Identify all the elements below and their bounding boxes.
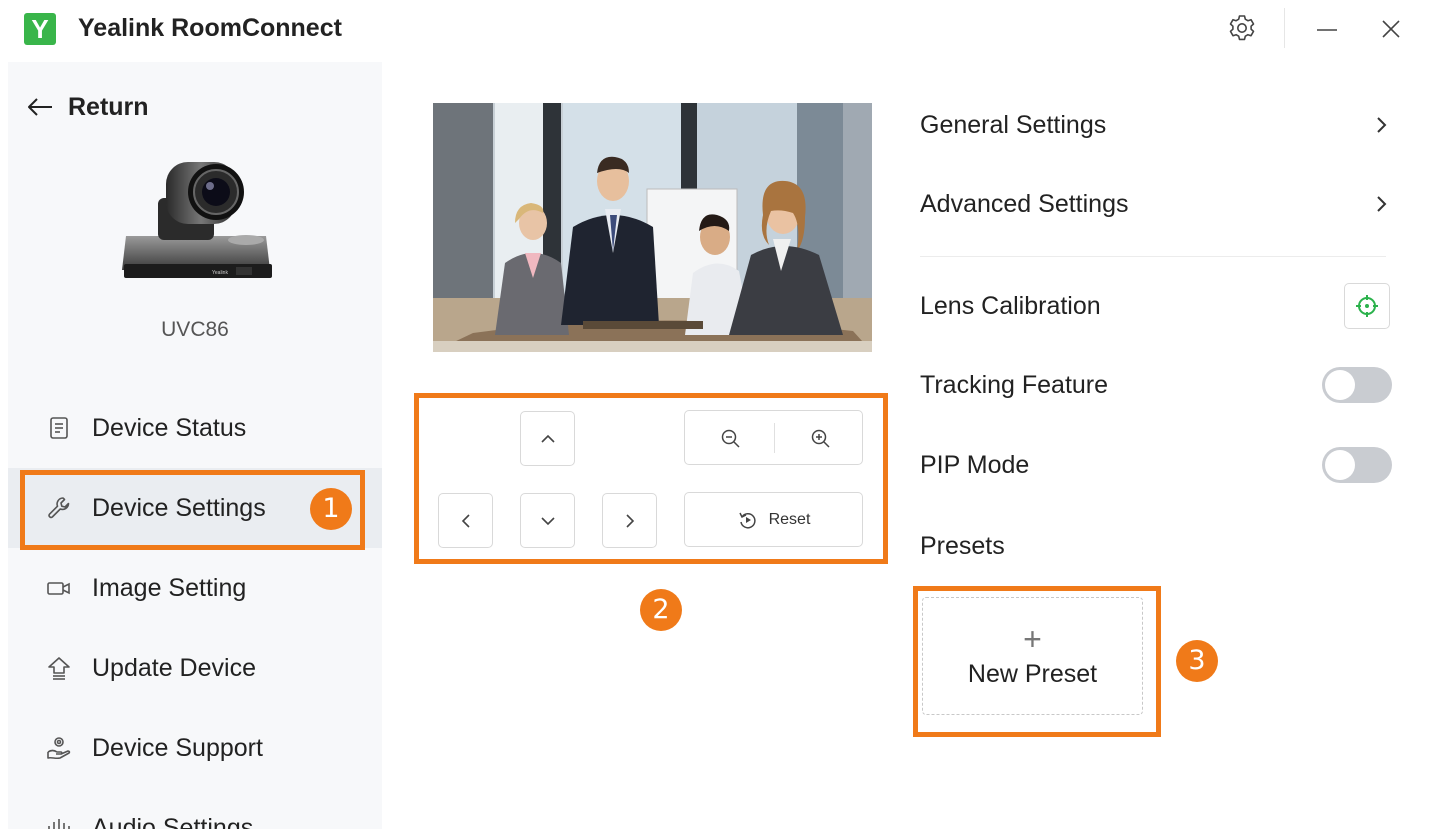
device-brand-mark: Yealink [212, 270, 228, 276]
chevron-right-icon [1377, 196, 1387, 212]
pan-left-button[interactable] [438, 493, 493, 548]
sidebar-nav: Device Status Device Settings Image Sett… [8, 388, 382, 829]
pip-mode-row: PIP Mode [920, 435, 1392, 495]
lens-calibration-button[interactable] [1344, 283, 1390, 329]
plus-icon: + [1023, 620, 1042, 657]
sidebar-item-label: Audio Settings [92, 813, 254, 829]
reset-button[interactable]: Reset [684, 492, 863, 547]
arrow-right-icon [625, 513, 634, 528]
pan-right-button[interactable] [602, 493, 657, 548]
section-divider [920, 256, 1386, 257]
camera-preview [433, 103, 872, 352]
pip-mode-label: PIP Mode [920, 450, 1030, 479]
yealink-logo: Y [24, 13, 56, 45]
lens-calibration-label: Lens Calibration [920, 291, 1101, 320]
app-window: Y Yealink RoomConnect Return Yealink UVC… [0, 0, 1430, 829]
tracking-feature-toggle[interactable] [1322, 367, 1392, 403]
zoom-out-icon [721, 429, 740, 448]
sidebar-item-image-setting[interactable]: Image Setting [8, 548, 382, 628]
upload-icon [48, 657, 70, 680]
audio-bars-icon [48, 819, 70, 829]
support-icon [47, 737, 71, 760]
new-preset-button[interactable]: + New Preset [922, 597, 1143, 715]
arrow-down-icon [540, 516, 555, 525]
sidebar-item-device-status[interactable]: Device Status [8, 388, 382, 468]
arrow-left-icon [461, 513, 470, 528]
sidebar-item-label: Update Device [92, 653, 256, 682]
crosshair-icon [1356, 295, 1378, 317]
document-icon [50, 417, 68, 439]
sidebar-item-label: Image Setting [92, 573, 247, 602]
lens-calibration-row: Lens Calibration [920, 276, 1392, 336]
new-preset-label: New Preset [967, 659, 1098, 688]
sidebar-item-device-support[interactable]: Device Support [8, 708, 382, 788]
callout-badge-1: 1 [310, 488, 352, 530]
arrow-left-icon [28, 98, 52, 116]
chevron-right-icon [1377, 117, 1387, 133]
camera-icon [47, 582, 70, 595]
titlebar-divider [1284, 8, 1285, 48]
pip-mode-toggle[interactable] [1322, 447, 1392, 483]
toggle-knob [1325, 370, 1355, 400]
presets-label: Presets [920, 531, 1005, 560]
toggle-knob [1325, 450, 1355, 480]
sidebar-item-audio-settings[interactable]: Audio Settings [8, 788, 382, 829]
general-settings-row[interactable]: General Settings [920, 95, 1392, 155]
zoom-out-button[interactable] [685, 411, 774, 464]
reset-label: Reset [768, 510, 811, 528]
camera-device-image: Yealink [122, 162, 272, 278]
wrench-icon [48, 497, 70, 519]
advanced-settings-label: Advanced Settings [920, 189, 1129, 218]
arrow-up-icon [540, 434, 555, 443]
sidebar: Return Yealink UVC86 Device Status Devic… [8, 62, 382, 829]
close-icon[interactable] [1378, 14, 1404, 44]
tracking-feature-label: Tracking Feature [920, 370, 1109, 399]
callout-badge-2: 2 [640, 589, 682, 631]
minimize-icon[interactable] [1314, 14, 1340, 44]
tracking-feature-row: Tracking Feature [920, 355, 1392, 415]
reset-icon [738, 512, 756, 528]
zoom-control-group [684, 410, 863, 465]
title-bar: Y Yealink RoomConnect [0, 0, 1430, 58]
return-button[interactable]: Return [26, 90, 149, 124]
app-title: Yealink RoomConnect [78, 14, 342, 42]
pan-up-button[interactable] [520, 411, 575, 466]
return-label: Return [68, 92, 149, 121]
presets-row: Presets [920, 516, 1392, 576]
device-model: UVC86 [161, 318, 229, 341]
general-settings-label: General Settings [920, 110, 1107, 139]
sidebar-item-label: Device Settings [92, 493, 266, 522]
zoom-in-icon [811, 429, 830, 448]
sidebar-item-label: Device Status [92, 413, 247, 442]
sidebar-item-label: Device Support [92, 733, 263, 762]
gear-icon[interactable] [1226, 12, 1258, 44]
sidebar-item-update-device[interactable]: Update Device [8, 628, 382, 708]
pan-down-button[interactable] [520, 493, 575, 548]
zoom-in-button[interactable] [775, 411, 864, 464]
callout-badge-3: 3 [1176, 640, 1218, 682]
advanced-settings-row[interactable]: Advanced Settings [920, 174, 1392, 234]
